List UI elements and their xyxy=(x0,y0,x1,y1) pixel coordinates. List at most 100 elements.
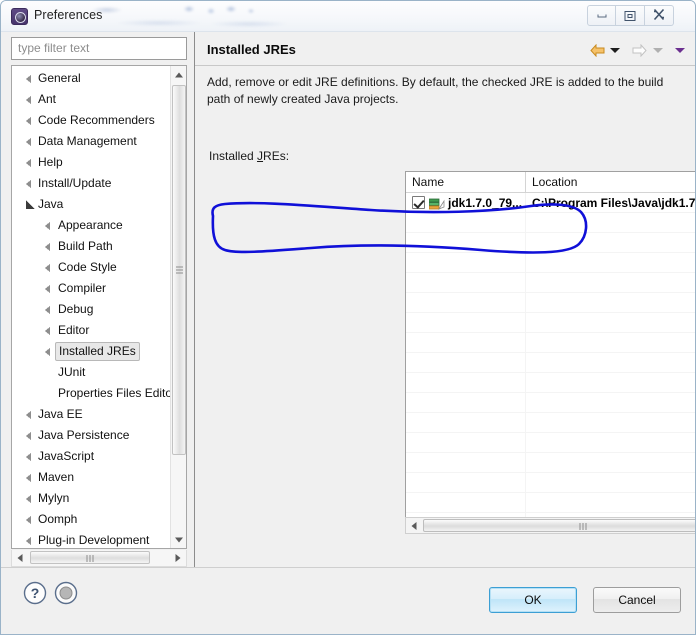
ok-button[interactable]: OK xyxy=(489,587,577,613)
sidebar-item-debug[interactable]: Debug xyxy=(12,299,170,320)
sidebar-item-build-path[interactable]: Build Path xyxy=(12,236,170,257)
circle-gray-icon[interactable] xyxy=(54,581,78,605)
column-header-location[interactable]: Location xyxy=(526,172,695,192)
chevron-right-icon[interactable] xyxy=(45,327,50,335)
sidebar-item-oomph[interactable]: Oomph xyxy=(12,509,170,530)
installed-jres-page: Installed JREs Add, remove or edit JRE d… xyxy=(195,32,695,567)
sidebar-item-ant[interactable]: Ant xyxy=(12,89,170,110)
sidebar-item-plug-in-development[interactable]: Plug-in Development xyxy=(12,530,170,548)
redacted-title-region xyxy=(89,3,314,30)
scroll-left-arrow[interactable] xyxy=(12,550,28,565)
chevron-right-icon[interactable] xyxy=(26,138,31,146)
svg-text:?: ? xyxy=(31,585,40,601)
chevron-right-icon[interactable] xyxy=(26,474,31,482)
ok-label: OK xyxy=(524,593,542,607)
tree-horizontal-scrollbar[interactable] xyxy=(11,550,187,567)
close-button[interactable] xyxy=(645,5,674,26)
table-empty-row xyxy=(406,333,695,353)
sidebar-item-code-recommenders[interactable]: Code Recommenders xyxy=(12,110,170,131)
chevron-right-icon[interactable] xyxy=(26,453,31,461)
preferences-gear-icon xyxy=(11,8,28,25)
sidebar-item-label: JUnit xyxy=(58,365,86,379)
chevron-right-icon[interactable] xyxy=(26,96,31,104)
sidebar-item-label: JavaScript xyxy=(38,449,95,463)
installed-jres-table[interactable]: Name Location Type jdk1.7.0_79...C:\Prog… xyxy=(405,171,695,533)
scroll-up-arrow[interactable] xyxy=(171,66,186,83)
chevron-right-icon[interactable] xyxy=(26,516,31,524)
tree-hscroll-thumb[interactable] xyxy=(30,551,150,564)
table-hscroll-thumb[interactable] xyxy=(423,519,695,532)
sidebar-item-java[interactable]: Java xyxy=(12,194,170,215)
restore-button[interactable] xyxy=(616,5,645,26)
chevron-right-icon[interactable] xyxy=(45,285,50,293)
sidebar-item-code-style[interactable]: Code Style xyxy=(12,257,170,278)
chevron-right-icon[interactable] xyxy=(26,537,31,545)
row-checkbox[interactable] xyxy=(412,196,425,209)
title-bar: Preferences xyxy=(1,1,695,32)
sidebar-item-java-ee[interactable]: Java EE xyxy=(12,404,170,425)
scroll-right-arrow[interactable] xyxy=(170,550,186,565)
cell-name-text: jdk1.7.0_79... xyxy=(448,196,523,210)
chevron-right-icon[interactable] xyxy=(26,180,31,188)
jre-library-icon xyxy=(428,196,445,210)
page-description: Add, remove or edit JRE definitions. By … xyxy=(207,75,664,106)
table-empty-row xyxy=(406,313,695,333)
chevron-right-icon[interactable] xyxy=(45,222,50,230)
table-horizontal-scrollbar[interactable] xyxy=(405,517,695,534)
back-arrow-icon[interactable] xyxy=(589,44,605,58)
help-question-icon[interactable]: ? xyxy=(23,581,47,605)
chevron-right-icon[interactable] xyxy=(45,264,50,272)
title-separator xyxy=(195,65,695,66)
sidebar-item-editor[interactable]: Editor xyxy=(12,320,170,341)
cancel-button[interactable]: Cancel xyxy=(593,587,681,613)
chevron-right-icon[interactable] xyxy=(26,75,31,83)
sidebar-item-junit[interactable]: JUnit xyxy=(12,362,170,383)
sidebar-item-label: Plug-in Development xyxy=(38,533,150,547)
table-scroll-left-arrow[interactable] xyxy=(406,518,422,533)
sidebar-item-appearance[interactable]: Appearance xyxy=(12,215,170,236)
table-empty-row xyxy=(406,493,695,513)
chevron-right-icon[interactable] xyxy=(45,306,50,314)
tree-vertical-scrollbar[interactable] xyxy=(170,66,186,548)
sidebar-item-properties-files-editor[interactable]: Properties Files Editor xyxy=(12,383,170,404)
window-title: Preferences xyxy=(34,8,103,22)
scroll-down-arrow[interactable] xyxy=(171,531,186,548)
chevron-right-icon[interactable] xyxy=(45,348,50,356)
sidebar-item-javascript[interactable]: JavaScript xyxy=(12,446,170,467)
sidebar-item-compiler[interactable]: Compiler xyxy=(12,278,170,299)
dialog-footer: ? OK Cancel xyxy=(1,567,695,634)
sidebar-item-label: Java Persistence xyxy=(38,428,130,442)
preference-tree[interactable]: General Ant Code Recommenders Data Manageme… xyxy=(11,65,187,549)
table-empty-row xyxy=(406,233,695,253)
sidebar-item-mylyn[interactable]: Mylyn xyxy=(12,488,170,509)
column-header-name[interactable]: Name xyxy=(406,172,526,192)
sidebar-item-label: General xyxy=(38,71,81,85)
chevron-right-icon[interactable] xyxy=(26,432,31,440)
view-menu-dropdown-icon[interactable] xyxy=(675,48,685,54)
chevron-right-icon[interactable] xyxy=(26,411,31,419)
chevron-down-icon[interactable] xyxy=(26,200,35,209)
sidebar-item-label: Java EE xyxy=(38,407,83,421)
sidebar-item-maven[interactable]: Maven xyxy=(12,467,170,488)
back-dropdown-icon[interactable] xyxy=(609,48,620,54)
sidebar-item-install-update[interactable]: Install/Update xyxy=(12,173,170,194)
table-empty-row xyxy=(406,293,695,313)
chevron-right-icon[interactable] xyxy=(45,243,50,251)
sidebar-item-help[interactable]: Help xyxy=(12,152,170,173)
sidebar-item-java-persistence[interactable]: Java Persistence xyxy=(12,425,170,446)
filter-input[interactable]: type filter text xyxy=(11,37,187,60)
sidebar-item-label: Help xyxy=(38,155,63,169)
sidebar-item-general[interactable]: General xyxy=(12,68,170,89)
chevron-right-icon[interactable] xyxy=(26,117,31,125)
chevron-right-icon[interactable] xyxy=(26,495,31,503)
sidebar-item-label: Oomph xyxy=(38,512,78,526)
sidebar-item-data-management[interactable]: Data Management xyxy=(12,131,170,152)
table-row[interactable]: jdk1.7.0_79... C:\Program Files\Java\jdk1… xyxy=(406,193,695,213)
chevron-right-icon[interactable] xyxy=(26,159,31,167)
minimize-button[interactable] xyxy=(587,5,616,26)
dialog-body: type filter text General Ant Code Recommen… xyxy=(1,32,695,567)
tree-scroll-thumb[interactable] xyxy=(172,85,186,455)
sidebar-item-installed-jres[interactable]: Installed JREs xyxy=(12,341,170,362)
sidebar-item-label: Properties Files Editor xyxy=(58,386,170,400)
sidebar-item-label: Appearance xyxy=(58,218,123,232)
